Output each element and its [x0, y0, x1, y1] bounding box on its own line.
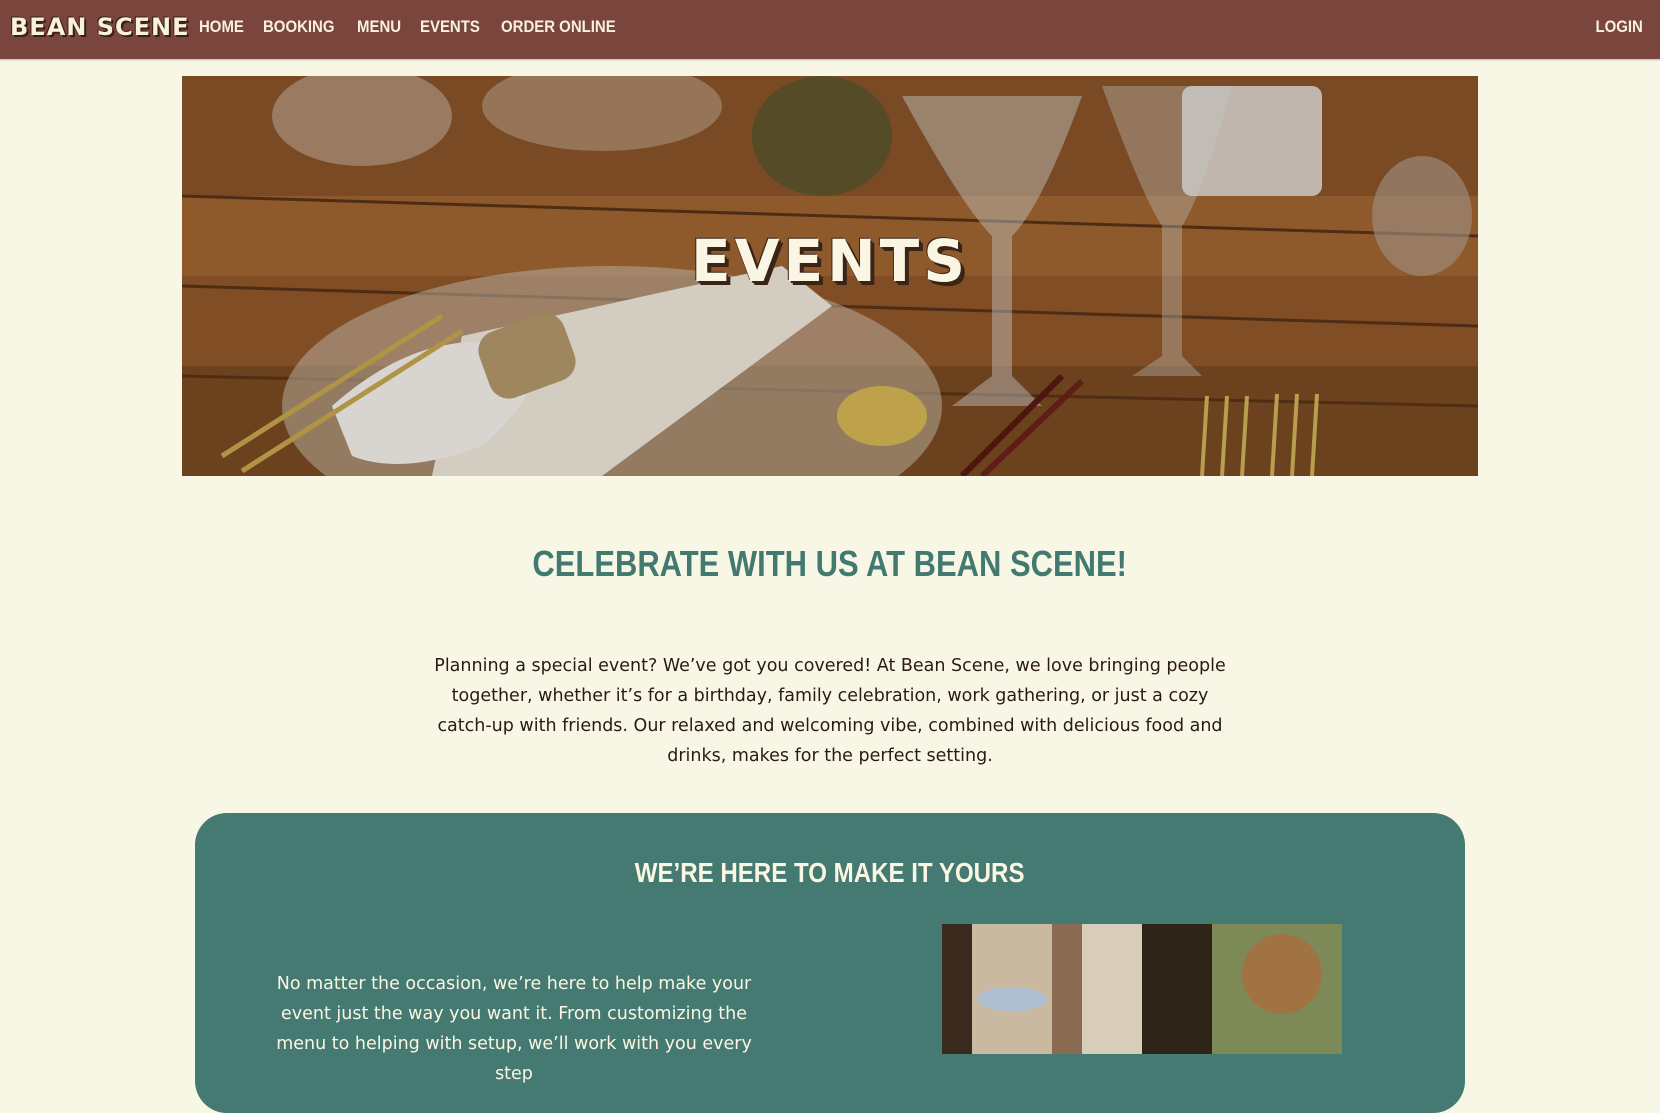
hero-title: EVENTS	[690, 227, 969, 295]
top-navbar: BEAN SCENE HOME BOOKING MENU EVENTS ORDE…	[0, 0, 1660, 59]
nav-links: HOME BOOKING MENU EVENTS ORDER ONLINE	[199, 16, 628, 38]
brand-logo[interactable]: BEAN SCENE	[10, 12, 189, 42]
card-heading-text: WE’RE HERE TO MAKE IT YOURS	[635, 857, 1025, 888]
celebrate-heading-text: CELEBRATE WITH US AT BEAN SCENE!	[532, 543, 1128, 584]
make-it-yours-card: WE’RE HERE TO MAKE IT YOURS No matter th…	[195, 813, 1465, 1113]
intro-paragraph: Planning a special event? We’ve got you …	[434, 656, 1226, 766]
nav-link-menu[interactable]: MENU	[357, 16, 401, 38]
nav-link-booking[interactable]: BOOKING	[263, 16, 334, 38]
hero-banner: EVENTS	[182, 76, 1478, 476]
card-heading: WE’RE HERE TO MAKE IT YOURS	[195, 855, 1465, 891]
celebrate-heading: CELEBRATE WITH US AT BEAN SCENE!	[0, 542, 1660, 586]
nav-link-home[interactable]: HOME	[199, 16, 244, 38]
nav-link-order-online[interactable]: ORDER ONLINE	[501, 16, 616, 38]
card-paragraph: No matter the occasion, we’re here to he…	[276, 974, 752, 1084]
login-link[interactable]: LOGIN	[1596, 16, 1643, 38]
venue-photo	[942, 924, 1342, 1054]
nav-link-events[interactable]: EVENTS	[420, 16, 480, 38]
venue-interior-image	[942, 924, 1342, 1054]
